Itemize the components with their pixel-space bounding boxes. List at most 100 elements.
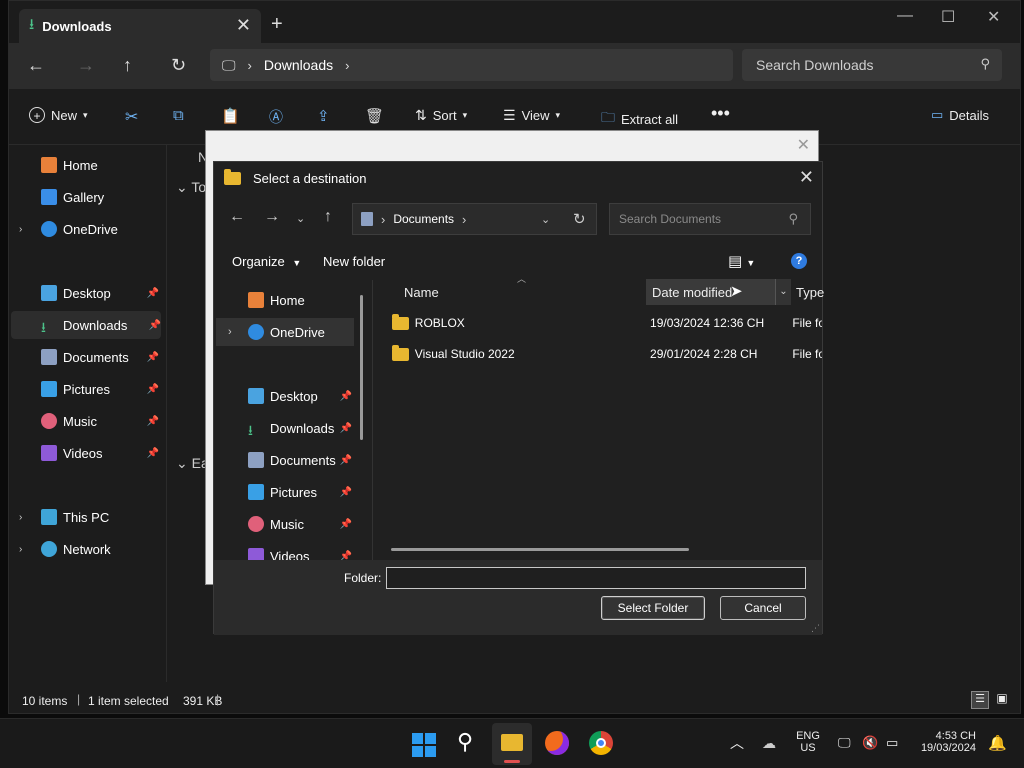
- more-options-icon[interactable]: •••: [711, 103, 730, 124]
- close-tab-icon[interactable]: ✕: [236, 15, 251, 36]
- list-item[interactable]: Visual Studio 2022 29/01/2024 2:28 CH Fi…: [392, 340, 822, 368]
- view-button[interactable]: ☰ View ▾: [503, 107, 560, 124]
- sidebar-item-this-pc[interactable]: › This PC: [9, 503, 159, 531]
- sort-button[interactable]: ⇅ Sort ▾: [415, 107, 467, 124]
- dialog-sidebar-item-pictures[interactable]: Pictures 📌: [216, 478, 354, 506]
- dialog-address-bar[interactable]: › Documents › ⌄ ↻: [352, 203, 597, 235]
- back-button[interactable]: ←: [27, 55, 45, 76]
- up-button[interactable]: ↑: [123, 55, 132, 76]
- help-icon[interactable]: ?: [791, 253, 807, 269]
- breadcrumb-downloads[interactable]: Downloads: [264, 57, 333, 73]
- close-icon[interactable]: ✕: [797, 135, 810, 155]
- pin-icon: 📌: [339, 390, 352, 402]
- onedrive-offline-icon[interactable]: ☁: [762, 735, 776, 752]
- column-filter-dropdown-icon[interactable]: ⌄: [775, 279, 791, 305]
- dialog-sidebar-item-onedrive[interactable]: › OneDrive: [216, 318, 354, 346]
- column-header-type[interactable]: Type: [796, 279, 824, 305]
- rename-icon[interactable]: Ⓐ: [269, 107, 283, 127]
- up-button[interactable]: ↑: [324, 208, 332, 226]
- sidebar-item-videos[interactable]: Videos 📌: [9, 439, 159, 467]
- expand-chevron-icon[interactable]: ›: [19, 512, 22, 523]
- forward-button[interactable]: →: [77, 55, 95, 76]
- horizontal-scrollbar[interactable]: [391, 548, 689, 551]
- folder-input[interactable]: [386, 567, 806, 589]
- sidebar-item-documents[interactable]: Documents 📌: [9, 343, 159, 371]
- sort-ascending-icon: ︿: [517, 274, 527, 284]
- speaker-muted-icon[interactable]: 🔇: [862, 735, 878, 751]
- search-box[interactable]: Search Downloads ⚲: [742, 49, 1002, 81]
- new-folder-button[interactable]: New folder: [323, 254, 385, 269]
- change-view-icon[interactable]: ▤ ▼: [728, 252, 755, 270]
- delete-icon[interactable]: 🗑: [365, 107, 384, 125]
- dialog-sidebar-item-music[interactable]: Music 📌: [216, 510, 354, 538]
- share-icon[interactable]: ⇪: [317, 107, 330, 125]
- sidebar-item-home[interactable]: Home: [9, 151, 159, 179]
- new-tab-button[interactable]: +: [271, 13, 283, 36]
- paste-icon[interactable]: 📋: [221, 107, 240, 125]
- search-icon[interactable]: ⚲: [457, 729, 473, 755]
- notification-bell-icon[interactable]: 🔔: [988, 734, 1007, 752]
- battery-icon[interactable]: ▭: [886, 735, 898, 751]
- recent-locations-icon[interactable]: ⌄: [296, 212, 305, 225]
- sidebar-item-network[interactable]: › Network: [9, 535, 159, 563]
- dialog-sidebar-item-videos[interactable]: Videos 📌: [216, 542, 354, 560]
- firefox-icon[interactable]: [545, 731, 569, 755]
- select-folder-button[interactable]: Select Folder: [601, 596, 705, 620]
- chrome-icon[interactable]: [589, 731, 613, 755]
- new-button[interactable]: + New ▾: [29, 107, 88, 123]
- language-indicator[interactable]: ENG US: [793, 730, 823, 754]
- sidebar-item-onedrive[interactable]: › OneDrive: [9, 215, 159, 243]
- address-dropdown-icon[interactable]: ⌄: [541, 213, 550, 226]
- dialog-sidebar-item-documents[interactable]: Documents 📌: [216, 446, 354, 474]
- sidebar-scrollbar[interactable]: [360, 295, 363, 440]
- back-button[interactable]: ←: [229, 208, 245, 226]
- column-header-name[interactable]: Name: [404, 279, 439, 305]
- forward-button[interactable]: →: [264, 208, 280, 226]
- dialog-sidebar-item-desktop[interactable]: Desktop 📌: [216, 382, 354, 410]
- clock-date: 19/03/2024: [920, 742, 976, 754]
- refresh-button[interactable]: ↻: [171, 55, 186, 76]
- cancel-button[interactable]: Cancel: [720, 596, 806, 620]
- details-view-icon[interactable]: ☰: [971, 691, 989, 709]
- sidebar-item-pictures[interactable]: Pictures 📌: [9, 375, 159, 403]
- sidebar-item-music[interactable]: Music 📌: [9, 407, 159, 435]
- organize-button[interactable]: Organize ▼: [232, 254, 301, 269]
- column-type-label: Type: [796, 284, 825, 300]
- start-button[interactable]: [412, 733, 436, 757]
- address-bar[interactable]: 🖵 › Downloads ›: [210, 49, 733, 81]
- show-hidden-icons-icon[interactable]: ︿: [730, 733, 744, 753]
- new-label: New: [51, 107, 78, 123]
- cloud-icon: [41, 221, 57, 237]
- dialog-sidebar-item-downloads[interactable]: ⭳ Downloads 📌: [216, 414, 354, 442]
- column-header-date-modified[interactable]: Date modified ⌄: [646, 279, 791, 305]
- dialog-sidebar-item-home[interactable]: Home: [216, 286, 354, 314]
- dialog-search-box[interactable]: Search Documents ⚲: [609, 203, 811, 235]
- resize-grip-icon[interactable]: ⋰: [811, 623, 820, 634]
- expand-chevron-icon[interactable]: ›: [19, 224, 22, 235]
- sidebar-item-downloads[interactable]: ⭳ Downloads 📌: [11, 311, 161, 339]
- sidebar-item-desktop[interactable]: Desktop 📌: [9, 279, 159, 307]
- clock[interactable]: 4:53 CH 19/03/2024: [914, 730, 976, 754]
- list-item[interactable]: ROBLOX 19/03/2024 12:36 CH File fo: [392, 309, 822, 337]
- breadcrumb-documents[interactable]: Documents: [393, 212, 454, 226]
- tab-downloads[interactable]: ⭳ Downloads ✕: [19, 9, 261, 43]
- expand-chevron-icon[interactable]: ›: [228, 326, 232, 338]
- maximize-button[interactable]: ☐: [941, 7, 955, 27]
- minimize-button[interactable]: —: [897, 7, 913, 25]
- dialog-close-button[interactable]: ✕: [799, 167, 814, 188]
- sidebar-item-gallery[interactable]: Gallery: [9, 183, 159, 211]
- search-input[interactable]: Search Documents: [619, 212, 721, 226]
- tiles-view-icon[interactable]: ▣: [993, 691, 1011, 709]
- refresh-icon[interactable]: ↻: [573, 210, 586, 228]
- expand-chevron-icon[interactable]: ›: [19, 544, 22, 555]
- sidebar-item-label: Pictures: [270, 484, 317, 500]
- cut-icon[interactable]: ✂: [125, 107, 138, 127]
- copy-icon[interactable]: ⧉: [173, 107, 184, 124]
- file-explorer-taskbar-button[interactable]: [492, 723, 532, 765]
- details-button[interactable]: ▭ Details: [931, 107, 989, 123]
- close-window-button[interactable]: ✕: [987, 7, 1000, 27]
- extract-all-label: Extract all: [621, 111, 679, 127]
- search-input[interactable]: Search Downloads: [756, 57, 874, 73]
- network-icon[interactable]: 🖵: [838, 735, 851, 751]
- extract-all-button[interactable]: 🗀 Extract all: [601, 107, 678, 131]
